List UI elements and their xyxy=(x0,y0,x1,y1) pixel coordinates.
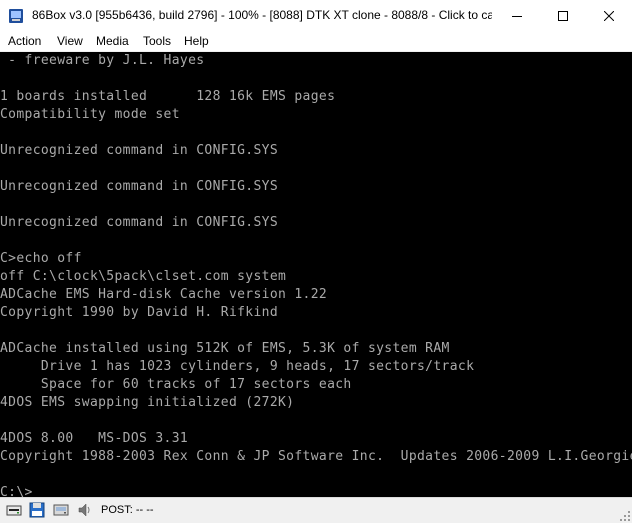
console-line: Copyright 1988-2003 Rex Conn & JP Softwa… xyxy=(0,449,632,464)
menu-tools[interactable]: Tools xyxy=(143,31,171,51)
title-bar: 86Box v3.0 [955b6436, build 2796] - 100%… xyxy=(0,0,632,31)
maximize-button[interactable] xyxy=(540,0,586,31)
post-status: POST: -- -- xyxy=(101,504,154,516)
minimize-button[interactable] xyxy=(494,0,540,31)
hard-disk-icon[interactable] xyxy=(53,502,69,518)
sound-icon[interactable] xyxy=(77,502,93,518)
emulator-screen[interactable]: - freeware by J.L. Hayes 1 boards install… xyxy=(0,52,632,497)
maximize-icon xyxy=(558,10,568,21)
console-line: 1 boards installed 128 16k EMS pages xyxy=(0,89,336,104)
console-line: Unrecognized command in CONFIG.SYS xyxy=(0,215,279,230)
console-line: Copyright 1990 by David H. Rifkind xyxy=(0,305,279,320)
console-line: Compatibility mode set xyxy=(0,107,180,122)
console-line: - freeware by J.L. Hayes xyxy=(0,53,205,68)
console-line: C:\> xyxy=(0,485,33,497)
menu-view[interactable]: View xyxy=(57,31,83,51)
console-line: C>echo off xyxy=(0,251,82,266)
menu-help[interactable]: Help xyxy=(184,31,209,51)
console-line: Unrecognized command in CONFIG.SYS xyxy=(0,179,279,194)
menu-bar: Action View Media Tools Help xyxy=(0,31,632,52)
minimize-icon xyxy=(512,15,522,17)
console-line: 4DOS 8.00 MS-DOS 3.31 xyxy=(0,431,189,446)
close-button[interactable] xyxy=(586,0,632,31)
app-icon[interactable] xyxy=(8,8,24,24)
menu-action[interactable]: Action xyxy=(8,31,41,51)
floppy-disk-icon[interactable] xyxy=(29,502,45,518)
console-line: ADCache EMS Hard-disk Cache version 1.22 xyxy=(0,287,328,302)
console-line: off C:\clock\5pack\clset.com system xyxy=(0,269,287,284)
console-line: 4DOS EMS swapping initialized (272K) xyxy=(0,395,295,410)
console-line: Unrecognized command in CONFIG.SYS xyxy=(0,143,279,158)
floppy-drive-icon[interactable] xyxy=(6,502,22,518)
resize-grip-icon[interactable] xyxy=(620,511,630,521)
console-line: Drive 1 has 1023 cylinders, 9 heads, 17 … xyxy=(0,359,475,374)
console-line: Space for 60 tracks of 17 sectors each xyxy=(0,377,352,392)
menu-media[interactable]: Media xyxy=(96,31,129,51)
window-title: 86Box v3.0 [955b6436, build 2796] - 100%… xyxy=(32,8,492,22)
console-line: ADCache installed using 512K of EMS, 5.3… xyxy=(0,341,450,356)
status-bar: POST: -- -- xyxy=(0,497,632,523)
close-icon xyxy=(604,10,614,21)
